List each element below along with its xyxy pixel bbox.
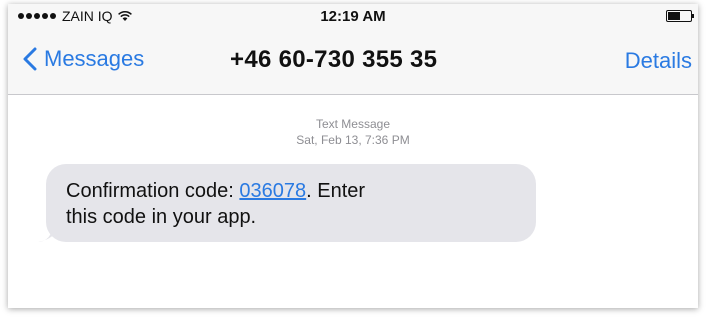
status-time: 12:19 AM xyxy=(320,8,386,25)
message-timestamp: Sat, Feb 13, 7:36 PM xyxy=(296,133,410,147)
message-bubble[interactable]: Confirmation code: 036078. Enter this co… xyxy=(46,164,536,242)
back-button[interactable]: Messages xyxy=(22,46,144,72)
message-header: Text Message Sat, Feb 13, 7:36 PM xyxy=(8,116,698,148)
header-area: ZAIN IQ 12:19 AM Messages +46 60-730 355… xyxy=(8,4,698,95)
contact-title: +46 60-730 355 35 xyxy=(230,46,438,73)
message-type-label: Text Message xyxy=(315,117,391,131)
battery-icon xyxy=(666,10,694,22)
message-prefix: Confirmation code: xyxy=(66,180,240,202)
details-button[interactable]: Details xyxy=(625,48,692,74)
confirmation-code-link[interactable]: 036078 xyxy=(239,180,306,202)
message-line-1: Confirmation code: 036078. Enter xyxy=(66,178,536,204)
navigation-bar: Messages +46 60-730 355 35 Details xyxy=(8,40,698,84)
battery-level xyxy=(668,12,680,20)
message-line1-suffix: . Enter xyxy=(306,180,366,202)
chevron-left-icon xyxy=(23,47,37,71)
message-line-2: this code in your app. xyxy=(66,206,257,228)
app-window: ZAIN IQ 12:19 AM Messages +46 60-730 355… xyxy=(8,4,698,308)
back-button-label: Messages xyxy=(44,46,145,71)
status-bar: ZAIN IQ 12:19 AM xyxy=(8,4,698,30)
